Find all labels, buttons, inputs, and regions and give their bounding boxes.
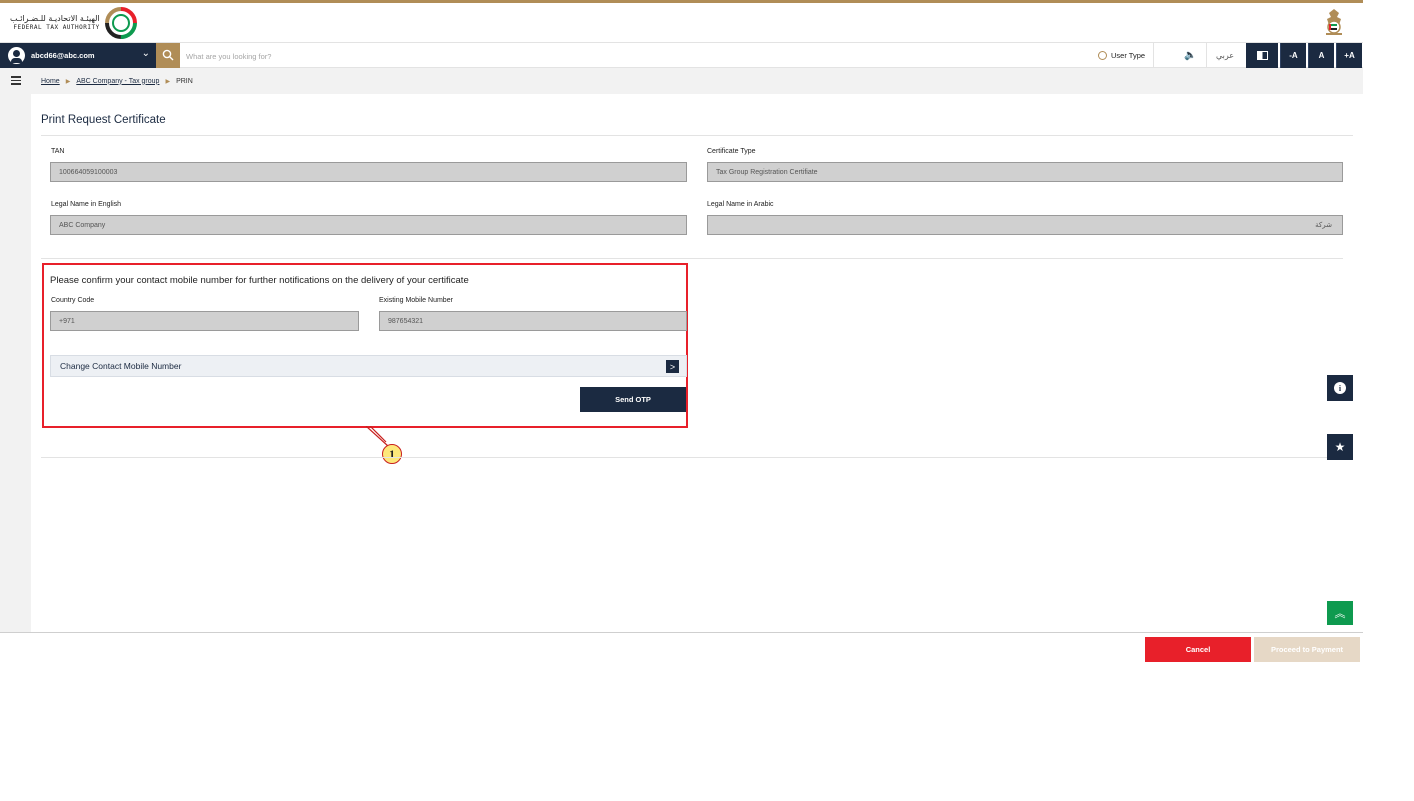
certificate-type-field[interactable]: Tax Group Registration Certifiate xyxy=(707,162,1343,182)
favorite-button[interactable]: ★ xyxy=(1327,434,1353,460)
callout-number-badge: 1 xyxy=(382,444,402,464)
country-code-label: Country Code xyxy=(51,297,95,304)
search-button[interactable] xyxy=(156,43,180,68)
page-title: Print Request Certificate xyxy=(41,114,166,126)
speaker-icon: 🔈 xyxy=(1184,50,1197,61)
breadcrumb-home-link[interactable]: Home xyxy=(41,78,60,85)
uae-emblem-icon xyxy=(1326,9,1342,35)
fta-logo-icon xyxy=(104,7,137,39)
existing-mobile-label: Existing Mobile Number xyxy=(379,297,453,304)
speaker-button[interactable]: 🔈 xyxy=(1175,43,1207,68)
font-increase-button[interactable]: +A xyxy=(1336,43,1362,68)
user-type-label: User Type xyxy=(1111,51,1146,60)
search-input[interactable] xyxy=(186,46,786,66)
proceed-to-payment-button[interactable]: Proceed to Payment xyxy=(1254,637,1360,662)
scroll-to-top-button[interactable]: ︽ xyxy=(1327,601,1353,625)
title-divider xyxy=(41,135,1353,136)
logo-arabic-text: الهيئـة الاتحاديـة للـضـرائـب xyxy=(10,14,100,23)
breadcrumb: Home ▶ ABC Company - Tax group ▶ PRIN xyxy=(31,68,1363,94)
existing-mobile-field[interactable]: 987654321 xyxy=(379,311,687,331)
send-otp-button[interactable]: Send OTP xyxy=(580,387,686,412)
font-normal-button[interactable]: A xyxy=(1308,43,1334,68)
legal-name-ar-label: Legal Name in Arabic xyxy=(707,201,774,208)
breadcrumb-group-link[interactable]: ABC Company - Tax group xyxy=(76,78,159,85)
section-divider xyxy=(41,258,1343,259)
double-chevron-up-icon: ︽ xyxy=(1334,608,1346,620)
contrast-icon xyxy=(1256,51,1268,60)
user-type-selector[interactable]: User Type xyxy=(1098,43,1155,68)
chevron-right-icon[interactable]: > xyxy=(666,360,679,373)
search-icon xyxy=(162,49,174,61)
contact-confirm-title: Please confirm your contact mobile numbe… xyxy=(50,275,469,286)
language-toggle[interactable]: عربي xyxy=(1207,43,1243,68)
user-email: abcd66@abc.com xyxy=(31,51,95,60)
breadcrumb-separator-icon: ▶ xyxy=(65,78,71,85)
content-divider xyxy=(41,457,1353,458)
top-navbar: abcd66@abc.com ⌄ User Type 🔈 عربي -A A +… xyxy=(0,42,1363,68)
change-contact-mobile-row[interactable]: Change Contact Mobile Number > xyxy=(50,355,687,377)
logo-english-text: FEDERAL TAX AUTHORITY xyxy=(13,24,100,31)
footer-divider xyxy=(0,632,1363,633)
tan-field[interactable]: 100664059100003 xyxy=(50,162,687,182)
user-account-dropdown[interactable]: abcd66@abc.com ⌄ xyxy=(0,43,156,68)
legal-name-en-field[interactable]: ABC Company xyxy=(50,215,687,235)
cancel-button[interactable]: Cancel xyxy=(1145,637,1251,662)
contrast-toggle-button[interactable] xyxy=(1246,43,1278,68)
fta-logo[interactable]: الهيئـة الاتحاديـة للـضـرائـب FEDERAL TA… xyxy=(10,6,138,40)
legal-name-ar-field[interactable]: شركة xyxy=(707,215,1343,235)
tan-label: TAN xyxy=(51,148,65,155)
page-root: الهيئـة الاتحاديـة للـضـرائـب FEDERAL TA… xyxy=(0,0,1414,801)
change-contact-mobile-label: Change Contact Mobile Number xyxy=(60,361,182,371)
certificate-type-label: Certificate Type xyxy=(707,148,756,155)
breadcrumb-separator-icon: ▶ xyxy=(165,78,171,85)
info-button[interactable]: i xyxy=(1327,375,1353,401)
logo-text: الهيئـة الاتحاديـة للـضـرائـب FEDERAL TA… xyxy=(10,15,100,31)
country-code-field[interactable]: +971 xyxy=(50,311,359,331)
left-sidebar xyxy=(0,68,31,632)
user-avatar-icon xyxy=(8,47,25,64)
info-icon: i xyxy=(1334,382,1346,394)
star-icon: ★ xyxy=(1334,440,1346,454)
font-decrease-button[interactable]: -A xyxy=(1280,43,1306,68)
hamburger-menu-icon[interactable] xyxy=(11,76,21,87)
gear-icon xyxy=(1098,51,1107,60)
breadcrumb-current: PRIN xyxy=(176,77,193,85)
site-header: الهيئـة الاتحاديـة للـضـرائـب FEDERAL TA… xyxy=(0,3,1363,41)
legal-name-en-label: Legal Name in English xyxy=(51,201,122,208)
chevron-down-icon: ⌄ xyxy=(141,48,150,59)
